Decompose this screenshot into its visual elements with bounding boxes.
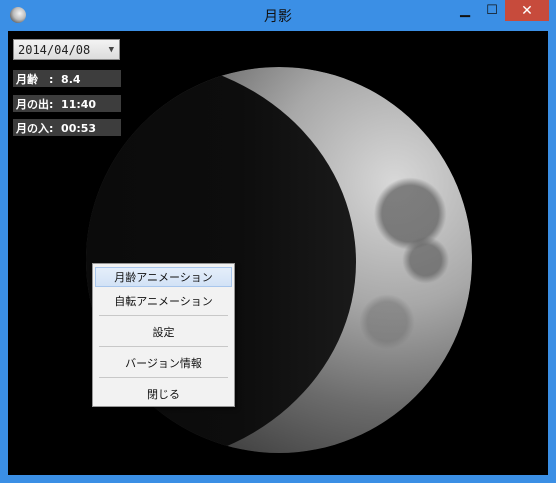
menu-item-moon-age-animation[interactable]: 月齢アニメーション (95, 267, 232, 287)
moonrise-label: 月の出: 11:40 (13, 95, 121, 112)
date-value: 2014/04/08 (18, 42, 91, 57)
close-button[interactable]: ✕ (505, 0, 549, 21)
menu-separator (99, 346, 228, 347)
minimize-button[interactable]: ▁ (452, 0, 478, 21)
chevron-down-icon: ▼ (108, 45, 114, 55)
date-dropdown[interactable]: 2014/04/08 ▼ (13, 39, 120, 60)
menu-item-settings[interactable]: 設定 (95, 322, 232, 342)
menu-item-rotation-animation[interactable]: 自転アニメーション (95, 291, 232, 311)
menu-item-close[interactable]: 閉じる (95, 384, 232, 404)
app-window: 月影 ▁ ☐ ✕ 2014/04/08 ▼ 月齢 : 8.4 月の出: 11:4… (0, 0, 556, 483)
moonset-label: 月の入: 00:53 (13, 119, 121, 136)
menu-separator (99, 377, 228, 378)
moon-view[interactable]: 2014/04/08 ▼ 月齢 : 8.4 月の出: 11:40 月の入: 00… (8, 31, 548, 475)
moon-age-label: 月齢 : 8.4 (13, 70, 121, 87)
context-menu: 月齢アニメーション 自転アニメーション 設定 バージョン情報 閉じる (92, 263, 235, 407)
menu-separator (99, 315, 228, 316)
maximize-button[interactable]: ☐ (479, 0, 505, 21)
title-bar[interactable]: 月影 ▁ ☐ ✕ (0, 0, 556, 31)
menu-item-version-info[interactable]: バージョン情報 (95, 353, 232, 373)
